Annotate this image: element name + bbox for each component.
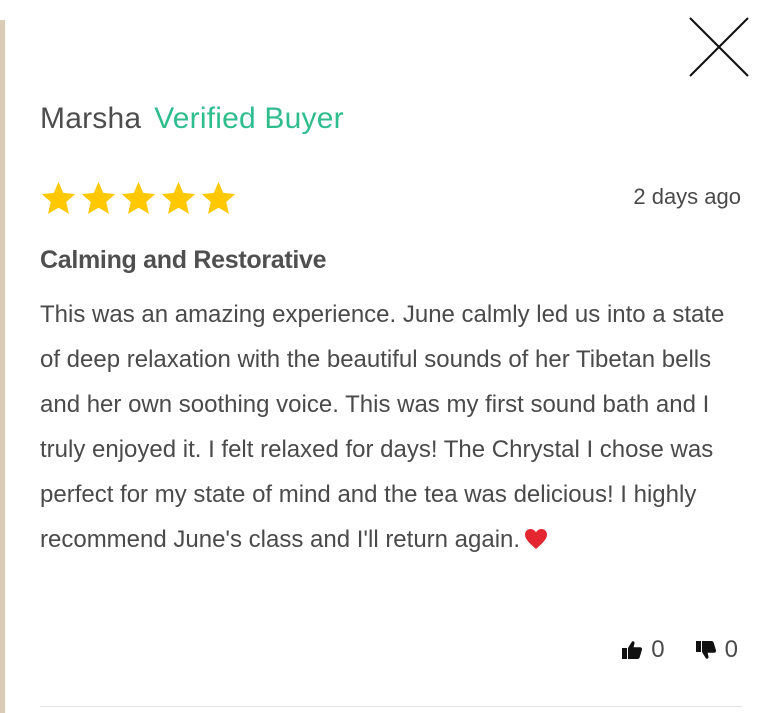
background-panel-edge — [0, 20, 5, 713]
reviewer-header: Marsha Verified Buyer — [40, 102, 344, 136]
close-button[interactable] — [688, 16, 750, 78]
heart-icon — [525, 529, 548, 549]
review-votes: 0 0 — [621, 636, 738, 664]
reviewer-name: Marsha — [40, 102, 142, 135]
verified-buyer-badge: Verified Buyer — [154, 102, 344, 135]
review-date: 2 days ago — [633, 184, 741, 209]
close-icon — [689, 17, 749, 77]
star-icon — [121, 181, 156, 214]
review-body: This was an amazing experience. June cal… — [40, 292, 750, 562]
thumbs-up-button[interactable]: 0 — [621, 636, 665, 664]
star-icon — [41, 181, 76, 214]
thumbs-down-count: 0 — [724, 636, 738, 663]
thumbs-down-button[interactable]: 0 — [695, 636, 738, 664]
star-icon — [201, 181, 236, 214]
review-body-text: This was an amazing experience. June cal… — [40, 301, 725, 553]
thumbs-up-icon — [622, 641, 643, 659]
star-icon — [81, 181, 116, 214]
divider — [40, 706, 742, 707]
star-rating — [40, 180, 237, 217]
review-title: Calming and Restorative — [40, 246, 327, 274]
star-icon — [161, 181, 196, 214]
thumbs-up-count: 0 — [651, 636, 665, 663]
thumbs-down-icon — [695, 641, 716, 659]
